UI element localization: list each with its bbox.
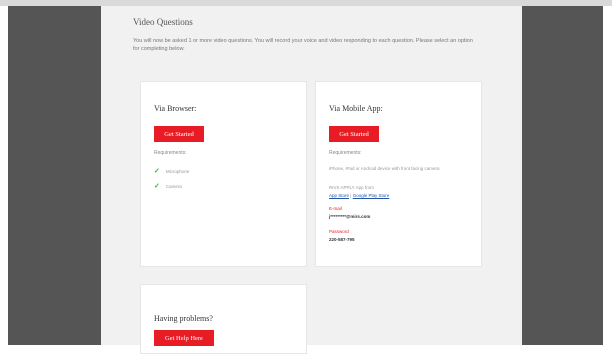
email-value: j*********@mirs.com [329,214,371,219]
checkmark-icon: ✓ [154,168,160,175]
requirement-item: ✓ Camera [154,182,182,190]
google-play-store-link[interactable]: Google Play Store [353,193,390,198]
requirement-microphone: Microphone [165,168,190,174]
store-links: App Store | Google Play Store [329,192,389,199]
get-help-button[interactable]: Get Help Here [154,330,214,346]
app-requirement: RIVS APPLY App from [329,185,374,190]
mobile-requirements-label: Requirements: [329,150,362,156]
app-store-link[interactable]: App Store [329,193,349,198]
browser-get-started-button[interactable]: Get Started [154,126,204,142]
help-card-title: Having problems? [154,314,213,323]
password-value: 220-587-795 [329,237,355,242]
checkmark-icon: ✓ [154,183,160,190]
password-label: Password [329,229,349,234]
main-content: Video Questions You will now be asked 1 … [101,6,522,354]
requirement-item: ✓ Microphone [154,167,189,175]
mobile-option-card: Via Mobile App: Get Started Requirements… [315,81,482,267]
browser-option-card: Via Browser: Get Started Requirements: ✓… [140,81,307,267]
browser-requirements-label: Requirements: [154,150,187,156]
requirement-camera: Camera [165,183,182,189]
mobile-get-started-button[interactable]: Get Started [329,126,379,142]
left-margin-panel [8,6,101,345]
email-label: E-mail [329,206,342,211]
mobile-card-title: Via Mobile App: [329,104,383,113]
section-title: Video Questions [133,17,193,27]
section-intro: You will now be asked 1 or more video qu… [133,38,473,52]
help-card: Having problems? Get Help Here [140,284,307,354]
store-separator: | [350,193,352,198]
device-requirement: iPhone, iPad or Android device with fron… [329,166,440,171]
browser-card-title: Via Browser: [154,104,197,113]
right-margin-panel [522,6,603,345]
right-edge [603,6,612,345]
